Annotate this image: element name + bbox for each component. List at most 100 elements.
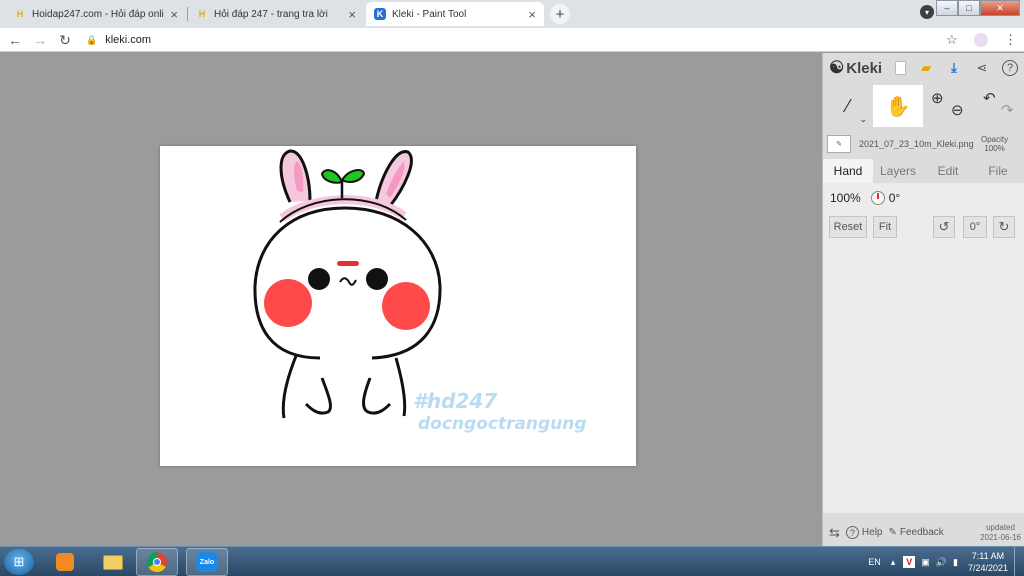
zoom-controls: ⊕ ⊖ xyxy=(923,85,973,127)
printer-icon[interactable]: ▣ xyxy=(921,557,930,568)
hoidap-favicon-icon: H xyxy=(16,9,24,19)
windows-taskbar: ⊞ Zalo EN ▴ V ▣ 🔊 ▮ 7:11 AM 7/24/2021 xyxy=(0,546,1024,576)
watermark-author: docngoctrangung xyxy=(418,414,587,434)
clock[interactable]: 7:11 AM 7/24/2021 xyxy=(968,550,1008,574)
clock-date: 7/24/2021 xyxy=(967,563,1008,573)
hoidap-favicon-icon: H xyxy=(198,9,206,19)
left-eye xyxy=(308,268,330,290)
lock-icon: 🔒 xyxy=(86,34,98,45)
feedback-link[interactable]: ✎ Feedback xyxy=(888,527,943,538)
download-icon[interactable]: ⤓ xyxy=(945,59,963,77)
canvas-stage[interactable]: #hd247 docngoctrangung xyxy=(0,53,822,546)
window-controls: – □ ✕ xyxy=(936,0,1020,16)
body-right xyxy=(394,357,407,417)
tab-hand[interactable]: Hand xyxy=(823,159,873,183)
tab-kleki[interactable]: K Kleki - Paint Tool × xyxy=(366,2,544,26)
zalo-icon[interactable]: Zalo xyxy=(186,548,228,576)
help-icon[interactable]: ? xyxy=(1001,59,1019,77)
undo-icon[interactable]: ↶ xyxy=(983,89,996,107)
system-tray: EN ▴ V ▣ 🔊 ▮ 7:11 AM 7/24/2021 xyxy=(868,547,1024,576)
hand-icon: ✋ xyxy=(885,95,911,118)
close-icon[interactable]: × xyxy=(170,7,178,22)
updated-date: 2021-06-16 xyxy=(980,532,1021,542)
media-player-icon[interactable] xyxy=(44,548,86,576)
close-icon[interactable]: × xyxy=(348,7,356,22)
reload-icon[interactable]: ↻ xyxy=(56,31,74,49)
kleki-side-panel: ☯ Kleki ▰ ⤓ ⋖ ? ⁄ ⌄ ✋ ⊕ ⊖ ↶ ↷ ✎ 2021_07_ xyxy=(822,53,1024,546)
show-desktop-button[interactable] xyxy=(1014,547,1024,576)
angle-button[interactable]: 0° xyxy=(963,216,987,238)
feedback-label: Feedback xyxy=(899,527,944,538)
updated-label: updated xyxy=(986,522,1015,532)
brand-row: ☯ Kleki ▰ ⤓ ⋖ ? xyxy=(823,53,1024,83)
zoom-out-icon[interactable]: ⊖ xyxy=(951,101,964,119)
start-button[interactable]: ⊞ xyxy=(4,549,34,575)
network-icon[interactable]: ▮ xyxy=(953,557,958,568)
panel-footer: ⇆ ? Help ✎ Feedback updated 2021-06-16 xyxy=(823,519,1024,546)
url-field[interactable]: 🔒 kleki.com xyxy=(86,31,151,49)
drawing-canvas[interactable]: #hd247 docngoctrangung xyxy=(160,146,636,466)
right-arm xyxy=(362,377,392,415)
address-bar: ← → ↻ 🔒 kleki.com ☆ ⋮ xyxy=(0,28,1024,52)
rotation-value: 0° xyxy=(888,191,901,205)
help-link[interactable]: ? Help xyxy=(845,526,883,539)
layer-thumbnail[interactable]: ✎ xyxy=(827,135,851,153)
maximize-button[interactable]: □ xyxy=(958,0,980,16)
zoom-in-icon[interactable]: ⊕ xyxy=(931,89,944,107)
minimize-button[interactable]: – xyxy=(936,0,958,16)
tab-hoidap247[interactable]: H Hoidap247.com - Hỏi đáp online × xyxy=(6,2,186,26)
feedback-icon: ✎ xyxy=(888,527,897,538)
menu-kebab-icon[interactable]: ⋮ xyxy=(1004,31,1017,49)
redo-icon[interactable]: ↷ xyxy=(1001,101,1014,119)
tool-row: ⁄ ⌄ ✋ ⊕ ⊖ ↶ ↷ xyxy=(823,85,1024,127)
tab-title: Hoidap247.com - Hỏi đáp online xyxy=(32,8,165,20)
brush-icon: ⁄ xyxy=(846,95,850,116)
back-icon[interactable]: ← xyxy=(6,31,24,49)
opacity-display[interactable]: Opacity 100% xyxy=(981,135,1008,153)
fit-button[interactable]: Fit xyxy=(873,216,897,238)
forward-icon[interactable]: → xyxy=(31,31,49,49)
zoom-level: 100% xyxy=(830,191,861,205)
close-window-button[interactable]: ✕ xyxy=(980,0,1020,16)
hand-tool[interactable]: ✋ xyxy=(873,85,923,127)
right-blush xyxy=(382,282,430,330)
tab-file[interactable]: File xyxy=(973,159,1023,183)
rotate-right-icon[interactable]: ↻ xyxy=(993,216,1015,238)
zalo-label: Zalo xyxy=(196,552,218,572)
tab-edit[interactable]: Edit xyxy=(923,159,973,183)
kleki-logo-icon: ☯ xyxy=(829,58,845,77)
language-indicator[interactable]: EN xyxy=(868,557,881,567)
forehead-mark xyxy=(337,261,359,266)
tray-expand-icon[interactable]: ▴ xyxy=(891,557,896,568)
reset-button[interactable]: Reset xyxy=(829,216,867,238)
extension-icon[interactable] xyxy=(974,31,988,49)
open-folder-icon[interactable]: ▰ xyxy=(917,59,935,77)
close-icon[interactable]: × xyxy=(528,7,536,22)
kleki-logo[interactable]: ☯ Kleki xyxy=(829,58,882,78)
bookmark-star-icon[interactable]: ☆ xyxy=(946,31,958,49)
browser-tab-bar: H Hoidap247.com - Hỏi đáp online × H Hỏi… xyxy=(0,0,1024,28)
volume-icon[interactable]: 🔊 xyxy=(936,557,947,568)
sprout-leaf-left xyxy=(320,169,344,184)
help-label: Help xyxy=(861,527,883,538)
watermark-hashtag: #hd247 xyxy=(413,389,498,413)
antivirus-icon[interactable]: V xyxy=(903,556,916,568)
chevron-down-icon[interactable]: ⌄ xyxy=(859,114,867,125)
tab-hoidap-tra-loi[interactable]: H Hỏi đáp 247 - trang tra lời × xyxy=(188,2,364,26)
left-blush xyxy=(264,279,312,327)
left-arm xyxy=(304,377,332,415)
profile-icon[interactable]: ▾ xyxy=(920,5,934,19)
swap-panel-icon[interactable]: ⇆ xyxy=(829,525,840,541)
tab-title: Kleki - Paint Tool xyxy=(392,8,467,20)
sprout-leaf-right xyxy=(340,169,366,183)
new-tab-button[interactable]: + xyxy=(550,4,570,24)
new-file-icon[interactable] xyxy=(891,59,909,77)
rotate-left-icon[interactable]: ↺ xyxy=(933,216,955,238)
explorer-icon[interactable] xyxy=(92,548,134,576)
compass-icon xyxy=(870,191,885,205)
history-controls: ↶ ↷ xyxy=(973,85,1023,127)
tab-layers[interactable]: Layers xyxy=(873,159,923,183)
share-icon[interactable]: ⋖ xyxy=(973,59,991,77)
chrome-icon[interactable] xyxy=(136,548,178,576)
brush-tool[interactable]: ⁄ ⌄ xyxy=(823,85,873,127)
